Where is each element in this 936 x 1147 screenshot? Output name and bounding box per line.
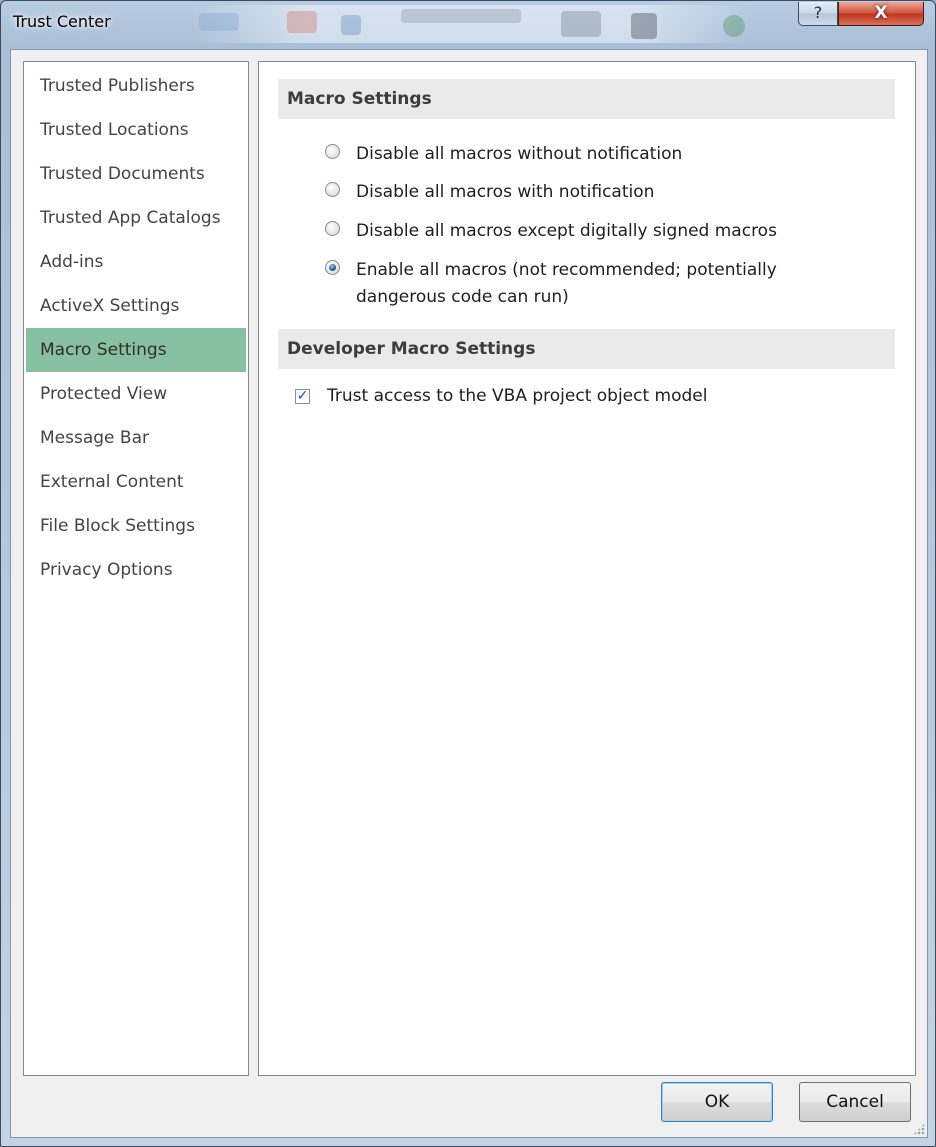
dialog-client-area: Trusted Publishers Trusted Locations Tru… [10, 49, 928, 1138]
radio-button[interactable] [325, 221, 340, 236]
close-icon: X [874, 3, 888, 23]
radio-option-disable-no-notification[interactable]: Disable all macros without notification [325, 141, 885, 168]
radio-option-label: Disable all macros without notification [356, 144, 683, 164]
radio-option-label: Enable all macros (not recommended; pote… [356, 260, 777, 307]
sidebar-item-activex-settings[interactable]: ActiveX Settings [26, 284, 246, 328]
developer-macro-settings-header: Developer Macro Settings [278, 329, 895, 369]
sidebar-item-file-block-settings[interactable]: File Block Settings [26, 504, 246, 548]
background-icon [401, 9, 521, 23]
radio-option-enable-all-macros[interactable]: Enable all macros (not recommended; pote… [325, 257, 885, 311]
resize-grip-icon[interactable] [913, 1123, 925, 1135]
radio-button[interactable] [325, 182, 340, 197]
title-bar[interactable]: Trust Center ? X [1, 1, 935, 49]
cancel-button[interactable]: Cancel [799, 1082, 911, 1122]
ok-button[interactable]: OK [661, 1082, 773, 1122]
background-icon [631, 13, 657, 39]
background-icon [287, 11, 317, 33]
trust-center-dialog: Trust Center ? X Trusted Publishers Trus… [0, 0, 936, 1147]
sidebar-item-protected-view[interactable]: Protected View [26, 372, 246, 416]
sidebar-item-trusted-publishers[interactable]: Trusted Publishers [26, 64, 246, 108]
trust-vba-label[interactable]: Trust access to the VBA project object m… [327, 386, 708, 406]
settings-content-panel: Macro Settings Disable all macros withou… [258, 61, 916, 1076]
radio-button-selected[interactable] [325, 260, 340, 275]
sidebar-item-trusted-locations[interactable]: Trusted Locations [26, 108, 246, 152]
radio-button[interactable] [325, 144, 340, 159]
sidebar-item-trusted-app-catalogs[interactable]: Trusted App Catalogs [26, 196, 246, 240]
background-icon [723, 15, 745, 37]
close-button[interactable]: X [838, 2, 924, 26]
background-icon [199, 13, 239, 31]
sidebar-item-add-ins[interactable]: Add-ins [26, 240, 246, 284]
macro-settings-header: Macro Settings [278, 79, 895, 119]
background-icon [341, 15, 361, 35]
radio-option-label: Disable all macros except digitally sign… [356, 221, 777, 241]
radio-option-disable-except-signed[interactable]: Disable all macros except digitally sign… [325, 218, 885, 245]
sidebar-item-message-bar[interactable]: Message Bar [26, 416, 246, 460]
checkmark-icon: ✓ [296, 388, 309, 404]
sidebar: Trusted Publishers Trusted Locations Tru… [23, 61, 249, 1076]
background-icon [561, 11, 601, 37]
sidebar-item-privacy-options[interactable]: Privacy Options [26, 548, 246, 592]
radio-option-label: Disable all macros with notification [356, 182, 655, 202]
sidebar-item-macro-settings[interactable]: Macro Settings [26, 328, 246, 372]
sidebar-item-trusted-documents[interactable]: Trusted Documents [26, 152, 246, 196]
title-bar-background [191, 5, 751, 43]
radio-option-disable-with-notification[interactable]: Disable all macros with notification [325, 179, 885, 206]
sidebar-item-external-content[interactable]: External Content [26, 460, 246, 504]
help-icon: ? [813, 3, 823, 22]
window-title: Trust Center [13, 12, 111, 31]
trust-vba-checkbox[interactable]: ✓ [295, 389, 310, 404]
help-button[interactable]: ? [798, 2, 838, 26]
